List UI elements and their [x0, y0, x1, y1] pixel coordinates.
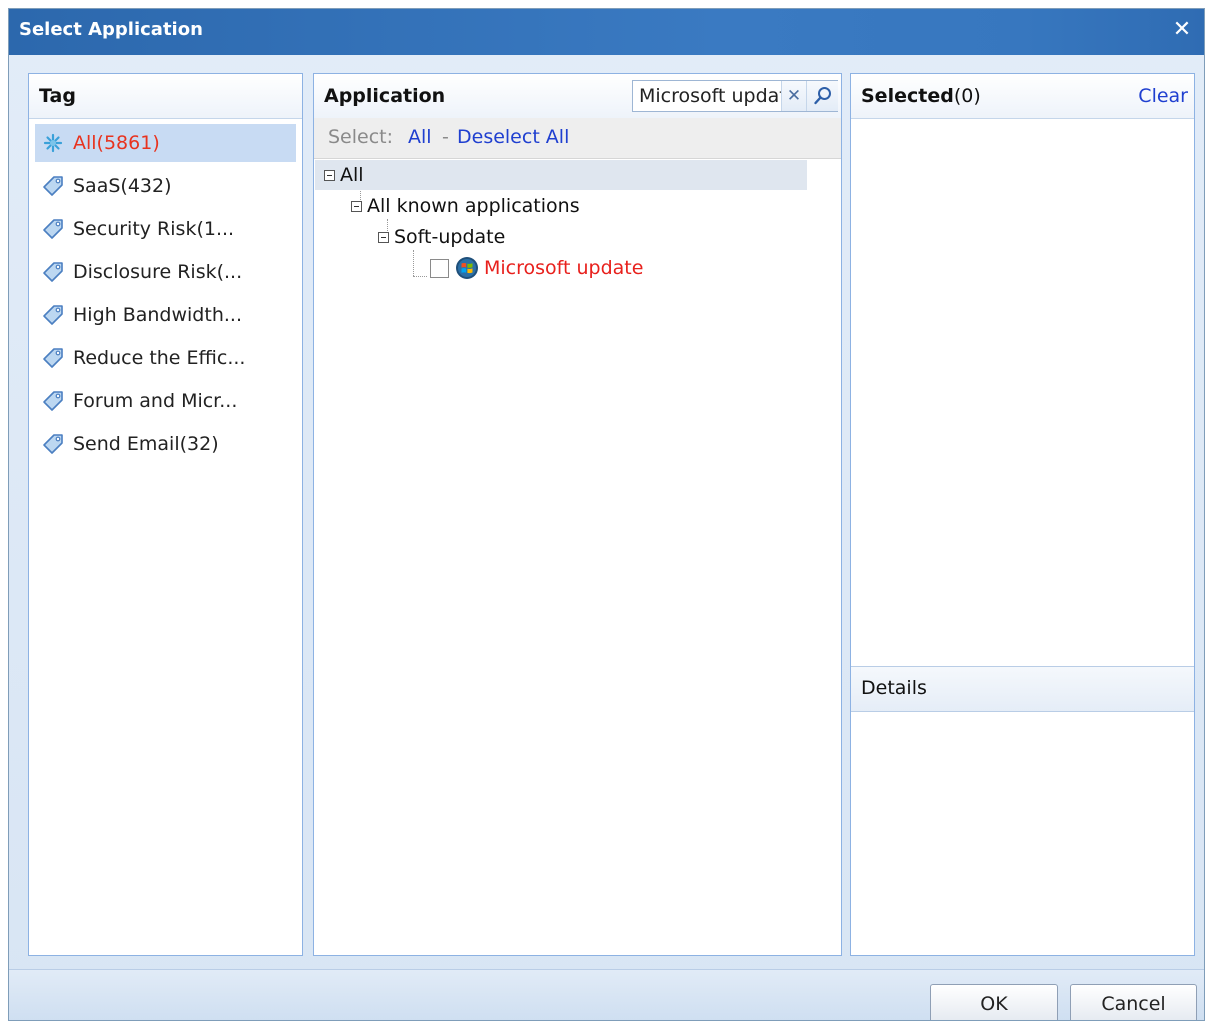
- application-panel-title: Application: [324, 85, 446, 107]
- tag-item-high-bandwidth[interactable]: High Bandwidth...: [35, 296, 296, 334]
- tag-item-label: Send Email(32): [73, 433, 219, 455]
- tree-node-all-known-applications[interactable]: All known applications: [351, 191, 580, 221]
- tree-node-all[interactable]: All: [315, 160, 807, 190]
- select-all-link[interactable]: All: [408, 126, 432, 148]
- tree-connector: [413, 276, 427, 277]
- tag-item-forum[interactable]: Forum and Micr...: [35, 382, 296, 420]
- cancel-button[interactable]: Cancel: [1070, 984, 1197, 1020]
- tag-item-label: All(5861): [73, 132, 160, 154]
- tag-item-all[interactable]: All(5861): [35, 124, 296, 162]
- details-title: Details: [861, 677, 927, 699]
- tag-icon: [43, 219, 63, 239]
- tag-item-send-email[interactable]: Send Email(32): [35, 425, 296, 463]
- tag-item-label: Disclosure Risk(...: [73, 261, 243, 283]
- tree-node-label: All: [340, 164, 364, 186]
- tag-icon: [43, 434, 63, 454]
- close-icon[interactable]: ✕: [1170, 18, 1194, 42]
- tag-panel: Tag All(5861) SaaS(432) Security Risk(1.…: [28, 73, 303, 956]
- selected-panel: Selected(0) Clear Details: [850, 73, 1195, 956]
- select-bar: Select: All - Deselect All: [314, 118, 841, 159]
- tag-item-label: Reduce the Effic...: [73, 347, 246, 369]
- application-checkbox[interactable]: [430, 258, 449, 278]
- selected-panel-title: Selected(0): [861, 85, 981, 107]
- tag-icon: [43, 348, 63, 368]
- tag-item-security-risk[interactable]: Security Risk(1...: [35, 210, 296, 248]
- ok-button[interactable]: OK: [930, 984, 1058, 1020]
- search-input[interactable]: [633, 81, 791, 111]
- asterisk-icon: [43, 133, 63, 153]
- tag-icon: [43, 391, 63, 411]
- tag-list: All(5861) SaaS(432) Security Risk(1... D…: [35, 124, 296, 468]
- tree-node-microsoft-update[interactable]: Microsoft update: [430, 253, 643, 283]
- clear-search-icon[interactable]: ✕: [781, 81, 806, 111]
- application-panel: Application ✕ Select: All - Deselect All: [313, 73, 842, 956]
- tag-item-disclosure-risk[interactable]: Disclosure Risk(...: [35, 253, 296, 291]
- tree-node-label: All known applications: [367, 195, 580, 217]
- clear-link[interactable]: Clear: [1138, 85, 1188, 107]
- search-icon[interactable]: [806, 81, 838, 111]
- select-application-dialog: Select Application ✕ Tag All(5861) SaaS(…: [8, 8, 1205, 1021]
- tag-panel-title: Tag: [39, 85, 76, 107]
- tag-item-label: Security Risk(1...: [73, 218, 235, 240]
- dialog-footer: OK Cancel: [9, 969, 1204, 1020]
- select-separator: -: [442, 126, 449, 148]
- tag-item-reduce-efficiency[interactable]: Reduce the Effic...: [35, 339, 296, 377]
- windows-logo-icon: [456, 257, 478, 279]
- application-panel-header: Application ✕: [314, 74, 841, 119]
- collapse-toggle-icon[interactable]: [324, 169, 335, 181]
- tag-icon: [43, 262, 63, 282]
- tree-connector: [413, 250, 414, 276]
- tag-icon: [43, 176, 63, 196]
- deselect-all-link[interactable]: Deselect All: [457, 126, 569, 148]
- tree-node-label: Soft-update: [394, 226, 506, 248]
- collapse-toggle-icon[interactable]: [351, 200, 362, 212]
- selected-label: Selected: [861, 85, 954, 107]
- title-bar[interactable]: Select Application ✕: [9, 9, 1204, 55]
- select-label: Select:: [328, 126, 394, 148]
- tag-item-label: SaaS(432): [73, 175, 172, 197]
- selected-count: (0): [953, 85, 981, 107]
- tag-panel-header: Tag: [29, 74, 302, 119]
- tree-node-label: Microsoft update: [484, 257, 644, 279]
- selected-panel-header: Selected(0) Clear: [851, 74, 1194, 119]
- tag-item-label: Forum and Micr...: [73, 390, 238, 412]
- tag-item-label: High Bandwidth...: [73, 304, 242, 326]
- collapse-toggle-icon[interactable]: [378, 231, 389, 243]
- tree-node-soft-update[interactable]: Soft-update: [378, 222, 505, 252]
- search-box: ✕: [632, 80, 838, 112]
- details-header: Details: [851, 666, 1194, 712]
- dialog-title: Select Application: [19, 19, 203, 40]
- tag-item-saas[interactable]: SaaS(432): [35, 167, 296, 205]
- tag-icon: [43, 305, 63, 325]
